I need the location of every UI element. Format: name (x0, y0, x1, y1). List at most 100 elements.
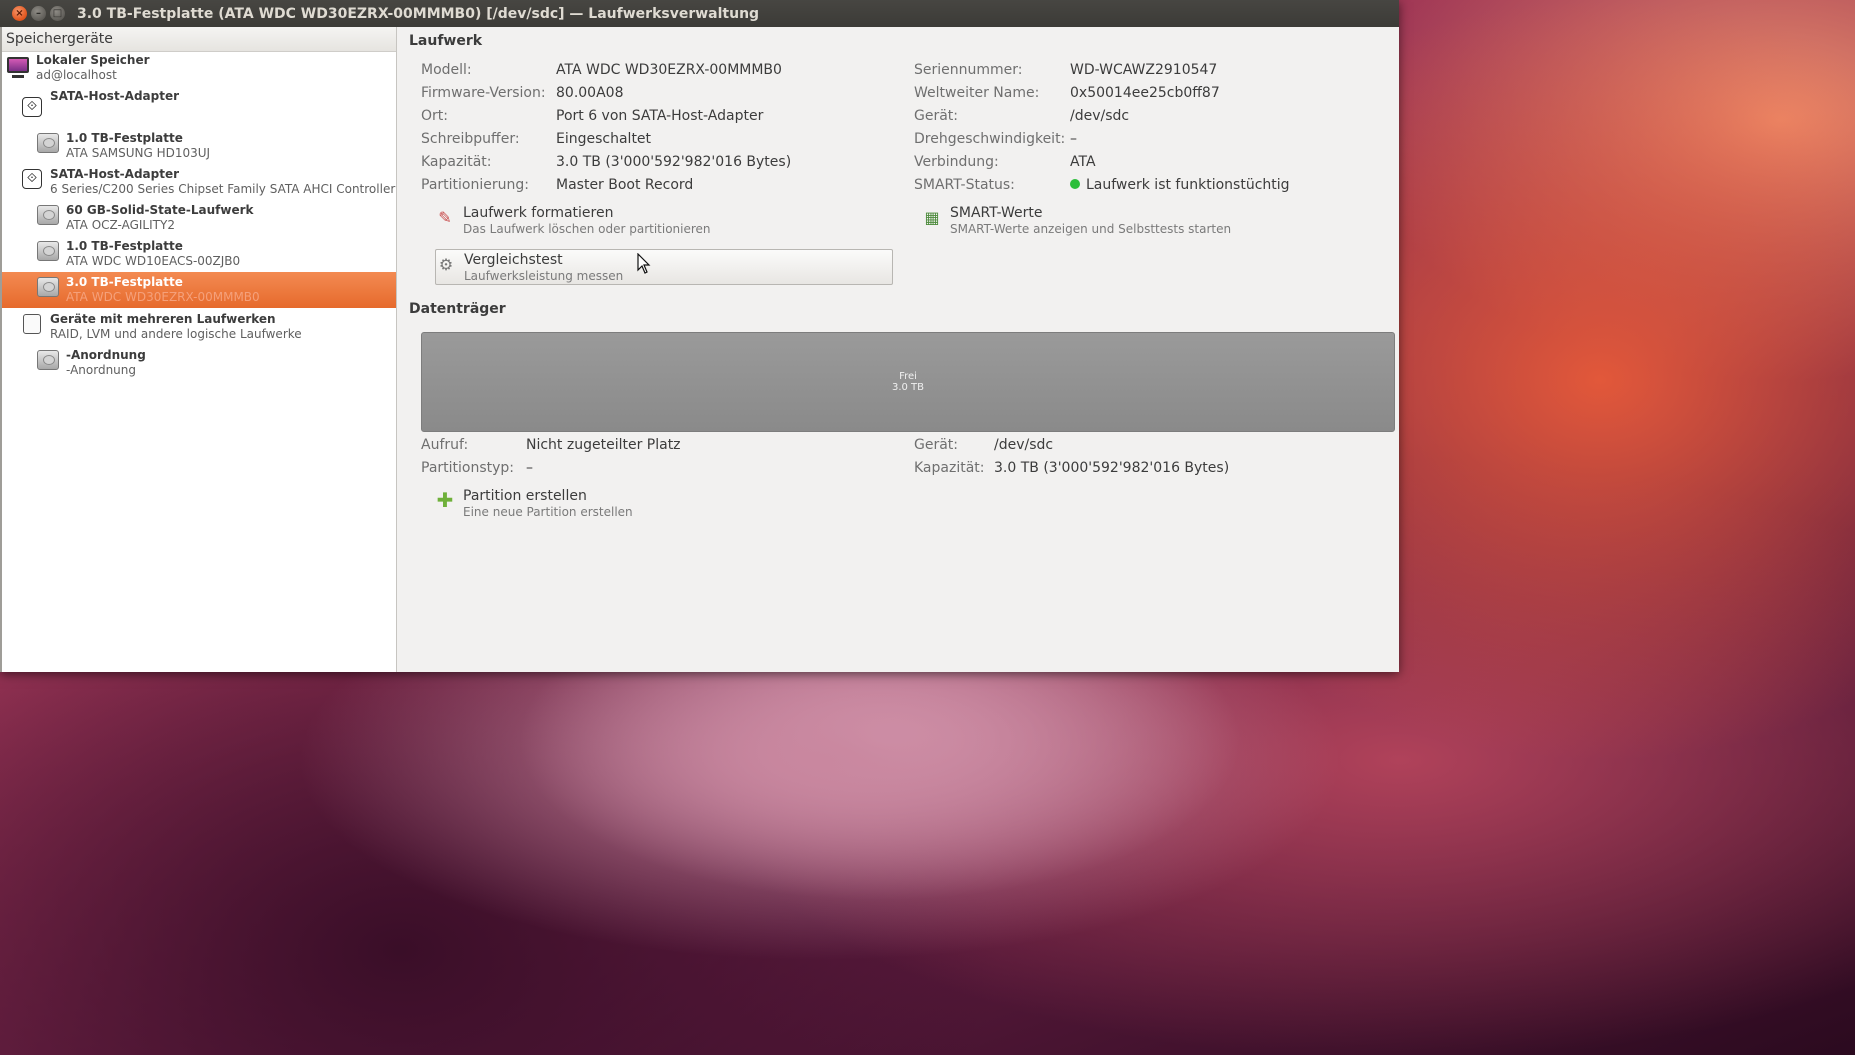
raid-icon (20, 312, 44, 336)
volume-capacity-value: 3.0 TB (3'000'592'982'016 Bytes) (994, 460, 1230, 476)
sidebar-item-disk-samsung[interactable]: 1.0 TB-Festplatte ATA SAMSUNG HD103UJ (36, 131, 396, 165)
volume-device-row: Gerät: /dev/sdc (914, 437, 1053, 453)
smart-chip-icon: ▦ (924, 207, 940, 227)
drive-location-value: Port 6 von SATA-Host-Adapter (556, 108, 764, 124)
drive-device-row: Gerät: /dev/sdc (914, 108, 1129, 124)
sidebar-item-title: 60 GB-Solid-State-Laufwerk (66, 203, 254, 217)
eraser-icon: ✎ (438, 207, 452, 227)
disk-utility-window: × – □ 3.0 TB-Festplatte (ATA WDC WD30EZR… (0, 0, 1399, 672)
create-partition-action[interactable]: ✚ Partition erstellen Eine neue Partitio… (435, 488, 633, 520)
harddisk-icon (36, 203, 60, 227)
drive-writecache-label: Schreibpuffer: (421, 131, 520, 147)
sidebar-item-title: 1.0 TB-Festplatte (66, 131, 183, 145)
drive-smart-status-row: SMART-Status: Laufwerk ist funktionstüch… (914, 177, 1290, 193)
close-window-button[interactable]: × (12, 6, 27, 21)
maximize-window-button[interactable]: □ (50, 6, 65, 21)
sidebar-item-array[interactable]: -Anordnung -Anordnung (36, 348, 396, 382)
drive-firmware-row: Firmware-Version: 80.00A08 (421, 85, 623, 101)
sidebar-item-subtitle: ATA WDC WD30EZRX-00MMMB0 (66, 290, 260, 304)
smart-values-title: SMART-Werte (950, 205, 1043, 221)
drive-wwn-label: Weltweiter Name: (914, 85, 1040, 101)
drive-firmware-label: Firmware-Version: (421, 85, 546, 101)
sidebar-item-local-storage[interactable]: Lokaler Speicher ad@localhost (6, 53, 396, 87)
drive-location-row: Ort: Port 6 von SATA-Host-Adapter (421, 108, 763, 124)
drive-wwn-value: 0x50014ee25cb0ff87 (1070, 85, 1220, 101)
sidebar-item-multi-disk-devices[interactable]: Geräte mit mehreren Laufwerken RAID, LVM… (20, 312, 396, 346)
volume-usage-label: Aufruf: (421, 437, 469, 453)
smart-values-action[interactable]: ▦ SMART-Werte SMART-Werte anzeigen und S… (922, 205, 1231, 237)
volume-bar-label: Frei (899, 371, 917, 382)
harddisk-icon (36, 239, 60, 263)
format-drive-subtitle: Das Laufwerk löschen oder partitionieren (463, 222, 711, 236)
computer-icon (6, 53, 30, 78)
sidebar-item-disk-wd30-selected[interactable]: 3.0 TB-Festplatte ATA WDC WD30EZRX-00MMM… (2, 272, 396, 308)
drive-device-value: /dev/sdc (1070, 108, 1130, 124)
benchmark-icon: ⚙ (438, 254, 454, 274)
drive-smart-status-value: Laufwerk ist funktionstüchtig (1086, 177, 1290, 193)
format-drive-title: Laufwerk formatieren (463, 205, 614, 221)
harddisk-icon (36, 348, 60, 372)
adapter-icon: ⟐ (20, 95, 44, 119)
sidebar-item-title: Lokaler Speicher (36, 53, 150, 67)
format-drive-action[interactable]: ✎ Laufwerk formatieren Das Laufwerk lösc… (435, 205, 711, 237)
volume-usage-value: Nicht zugeteilter Platz (526, 437, 681, 453)
volume-capacity-row: Kapazität: 3.0 TB (3'000'592'982'016 Byt… (914, 460, 1229, 476)
sidebar-item-title: Geräte mit mehreren Laufwerken (50, 312, 276, 326)
adapter-icon: ⟐ (20, 167, 44, 191)
sidebar-item-title: SATA-Host-Adapter (50, 89, 180, 103)
drive-rpm-row: Drehgeschwindigkeit: – (914, 131, 1077, 147)
drive-firmware-value: 80.00A08 (556, 85, 624, 101)
sidebar-item-subtitle: 6 Series/C200 Series Chipset Family SATA… (50, 182, 396, 196)
sidebar-item-title: 3.0 TB-Festplatte (66, 275, 183, 289)
sidebar-item-disk-wd10[interactable]: 1.0 TB-Festplatte ATA WDC WD10EACS-00ZJB… (36, 239, 396, 273)
drive-smart-status-label: SMART-Status: (914, 177, 1015, 193)
drive-writecache-row: Schreibpuffer: Eingeschaltet (421, 131, 651, 147)
benchmark-title: Vergleichstest (464, 252, 563, 268)
volume-partition-type-row: Partitionstyp: – (421, 460, 533, 476)
volume-usage-row: Aufruf: Nicht zugeteilter Platz (421, 437, 681, 453)
sidebar-item-subtitle: ATA OCZ-AGILITY2 (66, 218, 175, 232)
drive-wwn-row: Weltweiter Name: 0x50014ee25cb0ff87 (914, 85, 1220, 101)
volume-partition-type-label: Partitionstyp: (421, 460, 515, 476)
drive-rpm-value: – (1070, 131, 1077, 147)
drive-connection-label: Verbindung: (914, 154, 999, 170)
drive-smart-status-value-wrap: Laufwerk ist funktionstüchtig (1070, 177, 1290, 193)
harddisk-icon (36, 131, 60, 155)
drive-serial-value: WD-WCAWZ2910547 (1070, 62, 1218, 78)
drive-partitioning-value: Master Boot Record (556, 177, 694, 193)
drive-capacity-row: Kapazität: 3.0 TB (3'000'592'982'016 Byt… (421, 154, 791, 170)
drive-model-row: Modell: ATA WDC WD30EZRX-00MMMB0 (421, 62, 782, 78)
sidebar-item-ssd-ocz[interactable]: 60 GB-Solid-State-Laufwerk ATA OCZ-AGILI… (36, 203, 396, 237)
drive-capacity-label: Kapazität: (421, 154, 492, 170)
sidebar-item-sata-adapter-1[interactable]: ⟐ SATA-Host-Adapter (20, 89, 396, 121)
create-partition-title: Partition erstellen (463, 488, 587, 504)
drive-details-panel: Laufwerk Modell: ATA WDC WD30EZRX-00MMMB… (397, 27, 1399, 672)
storage-devices-sidebar: Speichergeräte Lokaler Speicher ad@local… (0, 27, 397, 672)
drive-partitioning-label: Partitionierung: (421, 177, 529, 193)
sidebar-item-subtitle: -Anordnung (66, 363, 136, 377)
sidebar-item-title: 1.0 TB-Festplatte (66, 239, 183, 253)
drive-device-label: Gerät: (914, 108, 959, 124)
drive-connection-row: Verbindung: ATA (914, 154, 1096, 170)
volume-partition-type-value: – (526, 460, 533, 476)
sidebar-item-sata-adapter-2[interactable]: ⟐ SATA-Host-Adapter 6 Series/C200 Series… (20, 167, 396, 201)
volume-device-value: /dev/sdc (994, 437, 1054, 453)
drive-serial-row: Seriennummer: WD-WCAWZ2910547 (914, 62, 1217, 78)
sidebar-item-title: SATA-Host-Adapter (50, 167, 180, 181)
mouse-cursor-icon (637, 253, 651, 274)
sidebar-item-subtitle: ad@localhost (36, 68, 117, 82)
drive-connection-value: ATA (1070, 154, 1096, 170)
benchmark-button[interactable]: ⚙ Vergleichstest Laufwerksleistung messe… (435, 249, 893, 285)
volumes-section-title: Datenträger (409, 301, 506, 317)
drive-capacity-value: 3.0 TB (3'000'592'982'016 Bytes) (556, 154, 792, 170)
titlebar[interactable]: × – □ 3.0 TB-Festplatte (ATA WDC WD30EZR… (0, 0, 1399, 27)
volume-device-label: Gerät: (914, 437, 959, 453)
volume-free-space-bar[interactable]: Frei 3.0 TB (421, 332, 1395, 432)
benchmark-subtitle: Laufwerksleistung messen (464, 269, 624, 283)
minimize-window-button[interactable]: – (31, 6, 46, 21)
window-title: 3.0 TB-Festplatte (ATA WDC WD30EZRX-00MM… (77, 5, 760, 22)
drive-serial-label: Seriennummer: (914, 62, 1023, 78)
smart-values-subtitle: SMART-Werte anzeigen und Selbsttests sta… (950, 222, 1232, 236)
harddisk-icon (36, 275, 60, 299)
drive-section-title: Laufwerk (409, 33, 483, 49)
